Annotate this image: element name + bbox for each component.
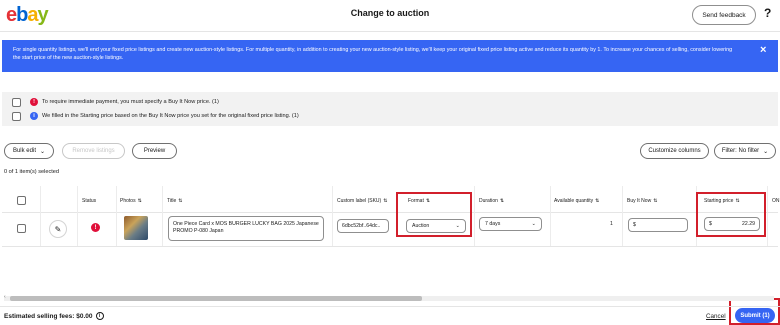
available-quantity-value: 1 [610, 221, 613, 227]
starting-price-value: 22.29 [742, 221, 755, 227]
selected-count: 0 of 1 item(s) selected [4, 169, 60, 175]
row-checkbox[interactable] [17, 224, 26, 233]
column-label: Buy It Now [627, 198, 652, 204]
notice-text: To require immediate payment, you must s… [42, 99, 219, 105]
send-feedback-button[interactable]: Send feedback [692, 5, 756, 25]
notice-item: ! To require immediate payment, you must… [12, 97, 219, 107]
duration-select[interactable]: 7 days ⌄ [479, 217, 542, 231]
sort-icon: ⇅ [425, 198, 431, 204]
custom-label-input[interactable]: 6dbc52bf..64dc.. [337, 219, 389, 233]
error-icon: ! [30, 98, 38, 106]
column-label: Title [167, 198, 177, 204]
chevron-down-icon: ⌄ [531, 221, 536, 227]
column-label: Duration [479, 198, 498, 204]
bulk-edit-button[interactable]: Bulk edit ⌄ [4, 143, 54, 159]
chevron-down-icon: ⌄ [39, 148, 46, 155]
footer-divider [0, 306, 780, 307]
column-divider [40, 186, 41, 246]
column-header-starting-price[interactable]: Starting price ⇅ [704, 198, 740, 204]
edit-button[interactable]: ✎ [49, 220, 67, 238]
currency-symbol: $ [709, 221, 712, 227]
info-icon[interactable]: i [95, 312, 104, 320]
listing-photo[interactable] [124, 216, 148, 240]
column-header-status: Status [82, 198, 97, 204]
column-divider [162, 186, 163, 246]
column-header-overflow: ON [772, 198, 780, 204]
notice-checkbox[interactable] [12, 97, 21, 107]
column-divider [474, 186, 475, 246]
buy-it-now-input[interactable]: $ [628, 218, 688, 232]
info-banner: For single quantity listings, we'll end … [2, 40, 778, 72]
column-divider [332, 186, 333, 246]
scrollbar-thumb[interactable] [10, 296, 422, 301]
starting-price-input[interactable]: $ 22.29 [704, 217, 760, 231]
row-divider [2, 246, 778, 247]
chevron-down-icon: ⌄ [455, 223, 460, 229]
column-divider [116, 186, 117, 246]
info-icon: i [30, 112, 38, 120]
filter-label: Filter: No filter [721, 148, 760, 154]
sort-icon: ⇅ [178, 198, 183, 204]
format-value: Auction [412, 223, 430, 229]
column-label: Format [408, 198, 424, 204]
column-header-duration[interactable]: Duration ⇅ [479, 198, 504, 204]
sort-icon: ⇅ [735, 198, 740, 204]
page-title: Change to auction [350, 8, 430, 18]
column-header-available-quantity[interactable]: Available quantity ⇅ [554, 198, 599, 204]
customize-columns-button[interactable]: Customize columns [640, 143, 709, 159]
sort-icon: ⇅ [499, 198, 505, 204]
close-icon[interactable]: × [760, 44, 766, 56]
chevron-down-icon: ⌄ [763, 148, 769, 155]
column-divider [696, 186, 697, 246]
banner-text: For single quantity listings, we'll end … [13, 47, 733, 61]
column-divider [77, 186, 78, 246]
estimated-fees: Estimated selling fees: $0.00 i [4, 312, 104, 320]
bulk-edit-label: Bulk edit [12, 148, 36, 154]
header-divider [2, 212, 778, 213]
column-divider [622, 186, 623, 246]
help-icon[interactable]: ? [764, 6, 771, 20]
column-header-format[interactable]: Format ⇅ [408, 198, 430, 204]
listings-table: Status Photos ⇅ Title ⇅ Custom label (SKU)… [2, 186, 780, 247]
remove-listings-button[interactable]: Remove listings [62, 143, 125, 159]
sort-icon: ⇅ [137, 198, 142, 204]
format-select[interactable]: Auction ⌄ [406, 219, 466, 233]
column-label: Starting price [704, 198, 734, 204]
column-header-buy-it-now[interactable]: Buy It Now ⇅ [627, 198, 657, 204]
column-label: Photos [120, 198, 136, 204]
sort-icon: ⇅ [383, 198, 388, 204]
column-label: Available quantity [554, 198, 594, 204]
notice-text: We filled in the Starting price based on… [42, 113, 299, 119]
fees-label: Estimated selling fees: $0.00 [4, 312, 93, 320]
currency-symbol: $ [633, 222, 636, 228]
scroll-left-arrow-icon[interactable]: ‹ [4, 294, 6, 300]
column-header-custom-label[interactable]: Custom label (SKU) ⇅ [337, 198, 387, 204]
column-header-photos[interactable]: Photos ⇅ [120, 198, 142, 204]
top-bar: ebay Change to auction Send feedback ? [0, 0, 780, 32]
submit-button[interactable]: Submit (1) [735, 308, 775, 323]
pencil-icon: ✎ [54, 224, 62, 234]
column-label: Custom label (SKU) [337, 198, 382, 204]
column-divider [550, 186, 551, 246]
sort-icon: ⇅ [653, 198, 658, 204]
title-input[interactable]: One Piece Card x MOS BURGER LUCKY BAG 20… [168, 216, 324, 241]
filter-button[interactable]: Filter: No filter ⌄ [714, 143, 776, 159]
notice-panel: ! To require immediate payment, you must… [2, 92, 778, 126]
column-header-title[interactable]: Title ⇅ [167, 198, 182, 204]
duration-value: 7 days [485, 221, 501, 227]
notice-checkbox[interactable] [12, 111, 21, 121]
select-all-checkbox[interactable] [17, 196, 26, 205]
cancel-link[interactable]: Cancel [706, 313, 726, 320]
notice-item: i We filled in the Starting price based … [12, 111, 299, 121]
error-status-icon: ! [91, 223, 100, 232]
preview-button[interactable]: Preview [132, 143, 177, 159]
sort-icon: ⇅ [595, 198, 600, 204]
column-divider [767, 186, 768, 246]
